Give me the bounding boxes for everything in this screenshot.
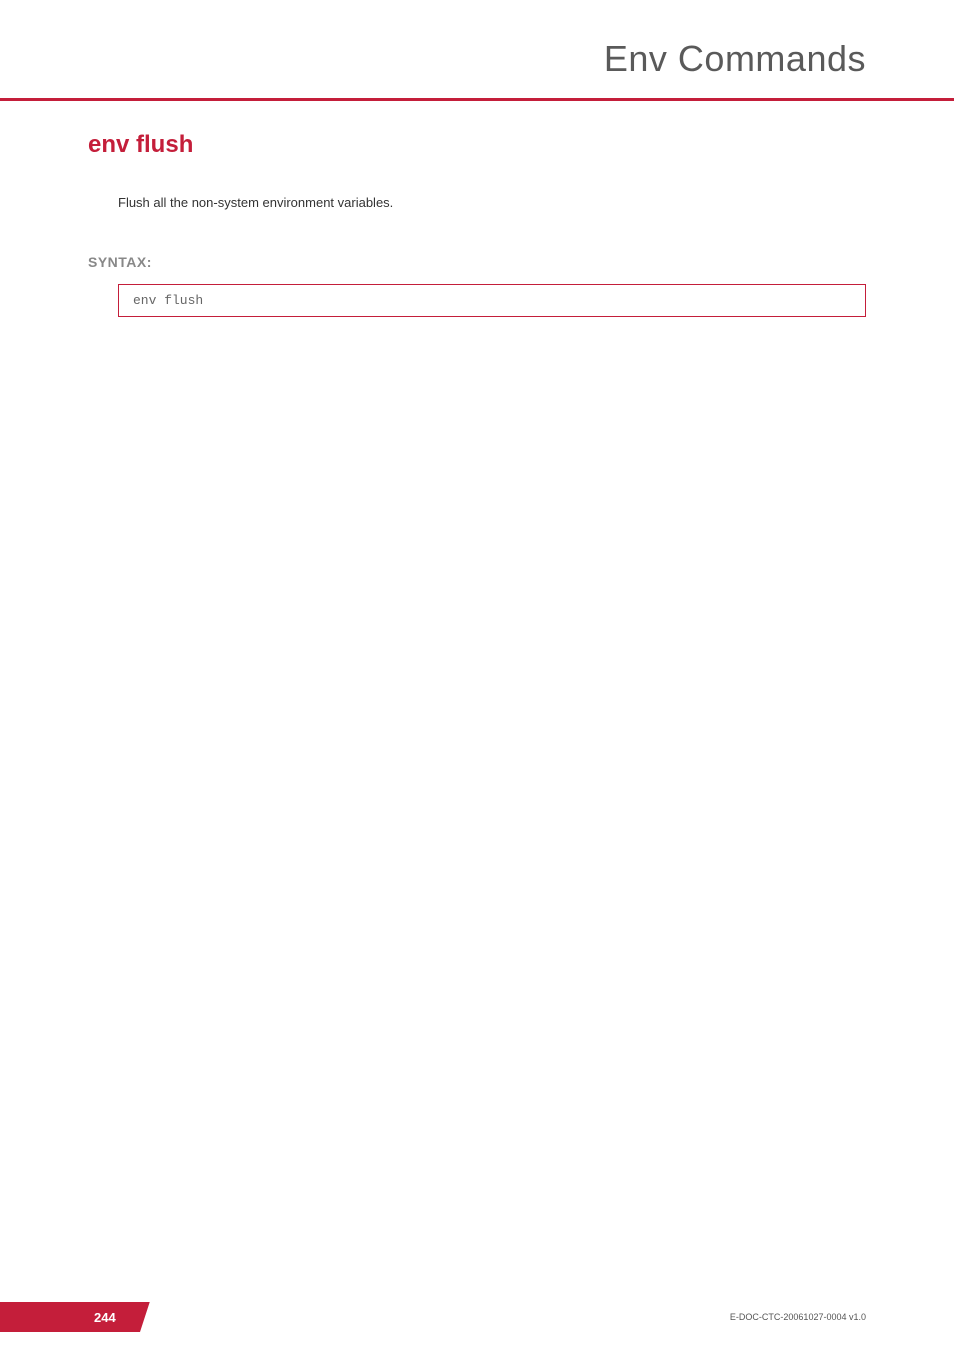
page-number: 244 [94, 1310, 116, 1325]
syntax-code-box: env flush [118, 284, 866, 317]
command-title: env flush [88, 131, 866, 159]
syntax-label: SYNTAX: [88, 254, 866, 270]
header-title: Env Commands [0, 38, 866, 80]
document-id: E-DOC-CTC-20061027-0004 v1.0 [730, 1312, 866, 1322]
command-description: Flush all the non-system environment var… [118, 195, 866, 210]
content-area: env flush Flush all the non-system envir… [0, 101, 954, 317]
footer: 244 E-DOC-CTC-20061027-0004 v1.0 [0, 1294, 954, 1350]
